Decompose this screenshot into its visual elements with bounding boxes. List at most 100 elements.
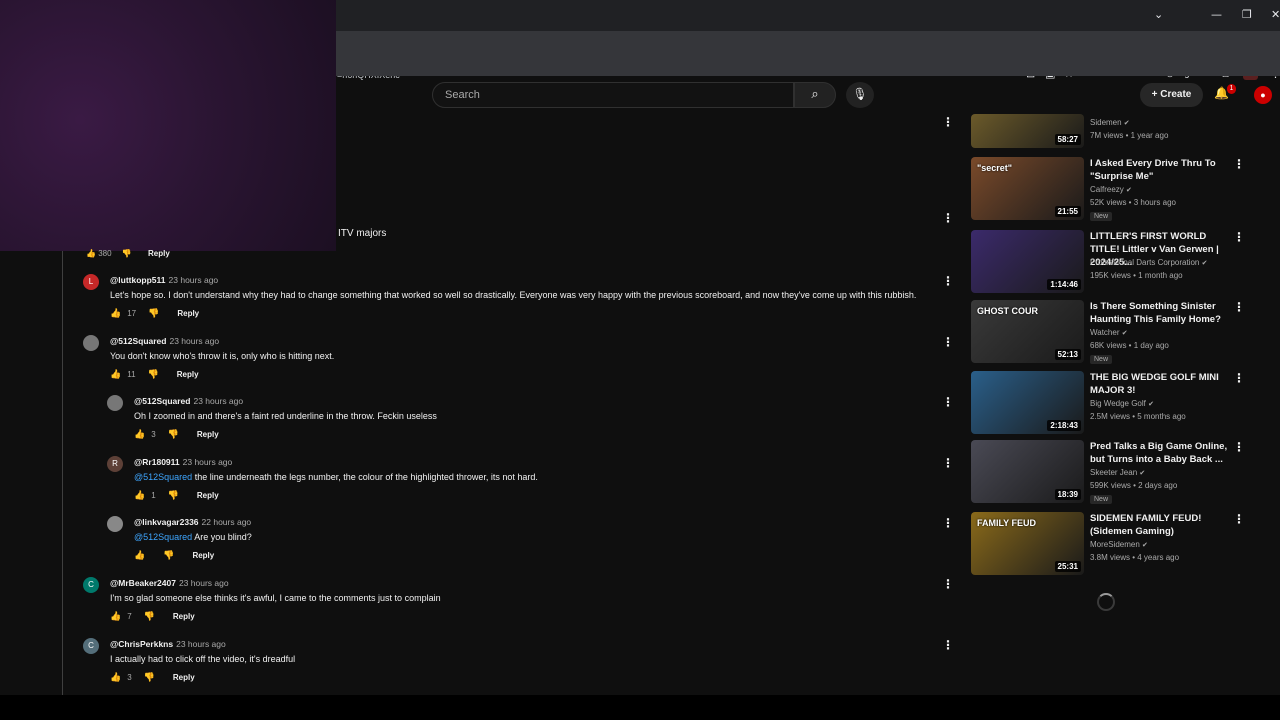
- reply-button[interactable]: Reply: [173, 612, 195, 621]
- dislike-icon[interactable]: 👎: [148, 309, 159, 319]
- channel-name[interactable]: Skeeter Jean ✔: [1090, 468, 1145, 477]
- dislike-icon[interactable]: 👎: [144, 612, 155, 622]
- video-title[interactable]: Is There Something Sinister Haunting Thi…: [1090, 300, 1230, 326]
- comment-avatar[interactable]: [83, 335, 99, 351]
- comment-avatar[interactable]: [107, 395, 123, 411]
- comment-username[interactable]: @linkvagar2336: [134, 517, 199, 527]
- comment-avatar[interactable]: C: [83, 577, 99, 593]
- channel-name[interactable]: Sidemen ✔: [1090, 118, 1130, 127]
- video-thumbnail[interactable]: "secret" 21:55: [971, 157, 1084, 220]
- video-more-actions-icon[interactable]: ⋮: [1233, 371, 1245, 385]
- like-icon[interactable]: 👍: [134, 491, 145, 501]
- comment-timestamp[interactable]: 22 hours ago: [202, 517, 252, 527]
- comment-username[interactable]: @luttkopp511: [110, 275, 166, 285]
- search-input[interactable]: Search: [432, 82, 794, 108]
- video-title[interactable]: SIDEMEN FAMILY FEUD! (Sidemen Gaming): [1090, 512, 1230, 538]
- comment-timestamp[interactable]: 23 hours ago: [183, 457, 233, 467]
- dislike-icon[interactable]: 👎: [168, 430, 179, 440]
- comment-username[interactable]: @512Squared: [134, 396, 190, 406]
- comment-more-actions-icon[interactable]: ⋮: [942, 335, 954, 349]
- comment-username[interactable]: @MrBeaker2407: [110, 578, 176, 588]
- video-thumbnail[interactable]: 58:27: [971, 114, 1084, 148]
- thumbnail-overlay-text: FAMILY FEUD: [977, 518, 1037, 528]
- comment-avatar[interactable]: R: [107, 456, 123, 472]
- reply-button[interactable]: Reply: [148, 249, 170, 258]
- comment-actions: 👍 17 👎 Reply: [110, 309, 199, 319]
- video-thumbnail[interactable]: 1:14:46: [971, 230, 1084, 293]
- comment-timestamp[interactable]: 23 hours ago: [169, 336, 219, 346]
- channel-name[interactable]: Professional Darts Corporation ✔: [1090, 258, 1207, 267]
- dislike-icon[interactable]: 👎: [148, 370, 159, 380]
- channel-name[interactable]: Big Wedge Golf ✔: [1090, 399, 1154, 408]
- create-button[interactable]: + Create: [1140, 83, 1203, 107]
- verified-badge-icon: ✔: [1123, 119, 1130, 127]
- video-more-actions-icon[interactable]: ⋮: [1233, 512, 1245, 526]
- search-button[interactable]: ⌕: [794, 82, 836, 108]
- comment-timestamp[interactable]: 23 hours ago: [179, 578, 229, 588]
- dislike-icon[interactable]: 👎: [163, 551, 174, 561]
- account-avatar[interactable]: ●: [1254, 86, 1272, 104]
- comment-more-actions-icon[interactable]: ⋮: [942, 516, 954, 530]
- video-more-actions-icon[interactable]: ⋮: [1233, 440, 1245, 454]
- dislike-icon[interactable]: 👎: [168, 491, 179, 501]
- comment-more-actions-icon[interactable]: ⋮: [942, 638, 954, 652]
- comment-mention-link[interactable]: @512Squared: [134, 472, 195, 482]
- video-meta: 2.5M views • 5 months ago: [1090, 412, 1186, 421]
- video-thumbnail[interactable]: 18:39: [971, 440, 1084, 503]
- video-more-actions-icon[interactable]: ⋮: [1233, 230, 1245, 244]
- channel-name[interactable]: Watcher ✔: [1090, 328, 1128, 337]
- recommended-video-card[interactable]: 2:18:43 THE BIG WEDGE GOLF MINI MAJOR 3! B…: [971, 371, 1261, 437]
- recommended-video-card[interactable]: 18:39 Pred Talks a Big Game Online, but T…: [971, 440, 1261, 506]
- recommended-video-card[interactable]: "secret" 21:55 I Asked Every Drive Thru To…: [971, 157, 1261, 223]
- comment-avatar[interactable]: C: [83, 638, 99, 654]
- comment-username[interactable]: @Rr180911: [134, 457, 180, 467]
- comment-timestamp[interactable]: 23 hours ago: [169, 275, 219, 285]
- comment-timestamp[interactable]: 23 hours ago: [193, 396, 243, 406]
- video-title[interactable]: THE BIG WEDGE GOLF MINI MAJOR 3!: [1090, 371, 1230, 397]
- tab-search-chevron-icon[interactable]: ⌄: [1154, 8, 1163, 21]
- like-icon[interactable]: 👍: [110, 612, 121, 622]
- comment-mention-link[interactable]: @512Squared: [134, 532, 194, 542]
- reply-button[interactable]: Reply: [192, 551, 214, 560]
- close-window-icon[interactable]: ✕: [1271, 8, 1280, 21]
- comment-more-actions-icon[interactable]: ⋮: [942, 274, 954, 288]
- like-icon[interactable]: 👍: [110, 673, 121, 683]
- like-icon[interactable]: 👍: [86, 249, 96, 258]
- maximize-icon[interactable]: ❐: [1242, 8, 1252, 21]
- comment-more-actions-icon[interactable]: ⋮: [942, 395, 954, 409]
- comment-more-actions-icon[interactable]: ⋮: [942, 456, 954, 470]
- comment-avatar[interactable]: L: [83, 274, 99, 290]
- video-more-actions-icon[interactable]: ⋮: [942, 115, 954, 129]
- dislike-icon[interactable]: 👎: [144, 673, 155, 683]
- like-icon[interactable]: 👍: [134, 430, 145, 440]
- video-more-actions-icon[interactable]: ⋮: [1233, 300, 1245, 314]
- recommended-video-card[interactable]: 1:14:46 LITTLER'S FIRST WORLD TITLE! Litt…: [971, 230, 1261, 296]
- voice-search-button[interactable]: 🎙: [846, 82, 874, 108]
- minimize-icon[interactable]: —: [1211, 8, 1222, 21]
- video-thumbnail[interactable]: 2:18:43: [971, 371, 1084, 434]
- dislike-icon[interactable]: 👎: [122, 249, 132, 258]
- comment-more-actions-icon[interactable]: ⋮: [942, 577, 954, 591]
- recommended-video-card[interactable]: GHOST COUR 52:13 Is There Something Sinist…: [971, 300, 1261, 366]
- reply-button[interactable]: Reply: [197, 430, 219, 439]
- reply-button[interactable]: Reply: [177, 370, 199, 379]
- comment-avatar[interactable]: [107, 516, 123, 532]
- like-icon[interactable]: 👍: [110, 309, 121, 319]
- reply-button[interactable]: Reply: [177, 309, 199, 318]
- channel-name[interactable]: Calfreezy ✔: [1090, 185, 1132, 194]
- like-icon[interactable]: 👍: [134, 551, 145, 561]
- channel-name[interactable]: MoreSidemen ✔: [1090, 540, 1148, 549]
- reply-button[interactable]: Reply: [197, 491, 219, 500]
- recommended-video-card[interactable]: FAMILY FEUD 25:31 SIDEMEN FAMILY FEUD! (Si…: [971, 512, 1261, 578]
- comment-username[interactable]: @ChrisPerkkns: [110, 639, 173, 649]
- comment-more-actions-icon[interactable]: ⋮: [942, 211, 954, 225]
- reply-button[interactable]: Reply: [173, 673, 195, 682]
- video-thumbnail[interactable]: GHOST COUR 52:13: [971, 300, 1084, 363]
- like-icon[interactable]: 👍: [110, 370, 121, 380]
- video-thumbnail[interactable]: FAMILY FEUD 25:31: [971, 512, 1084, 575]
- video-title[interactable]: I Asked Every Drive Thru To "Surprise Me…: [1090, 157, 1230, 183]
- video-title[interactable]: Pred Talks a Big Game Online, but Turns …: [1090, 440, 1230, 466]
- video-more-actions-icon[interactable]: ⋮: [1233, 157, 1245, 171]
- comment-timestamp[interactable]: 23 hours ago: [176, 639, 226, 649]
- comment-username[interactable]: @512Squared: [110, 336, 166, 346]
